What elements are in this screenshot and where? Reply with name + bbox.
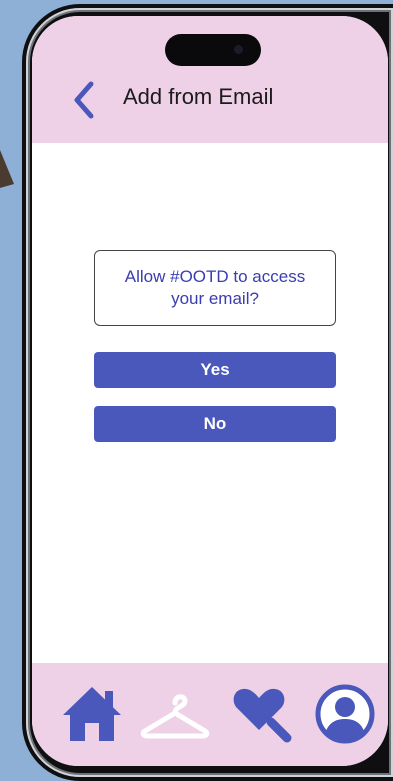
camera-dot (234, 45, 243, 54)
nav-wishlist[interactable] (227, 679, 297, 749)
main-content: Allow #OOTD to access your email? Yes No (32, 143, 388, 663)
profile-icon (315, 684, 375, 744)
chevron-left-icon (74, 81, 94, 119)
bottom-nav (32, 663, 388, 766)
permission-message: Allow #OOTD to access your email? (124, 267, 306, 308)
heart-search-icon (233, 688, 292, 743)
nav-home[interactable] (57, 679, 127, 749)
hanger-icon (140, 694, 210, 739)
top-bar: Add from Email (32, 16, 388, 143)
annotation-arrow-left (0, 150, 14, 188)
page-title: Add from Email (123, 84, 274, 109)
home-icon (63, 687, 121, 741)
no-button[interactable]: No (94, 406, 336, 442)
yes-button[interactable]: Yes (94, 352, 336, 388)
dynamic-island (165, 34, 261, 66)
app-screen: Add from Email Allow #OOTD to access you… (32, 16, 388, 766)
nav-closet[interactable] (140, 679, 210, 749)
permission-prompt: Allow #OOTD to access your email? (94, 250, 336, 326)
back-button[interactable] (66, 78, 102, 122)
nav-profile[interactable] (310, 679, 380, 749)
